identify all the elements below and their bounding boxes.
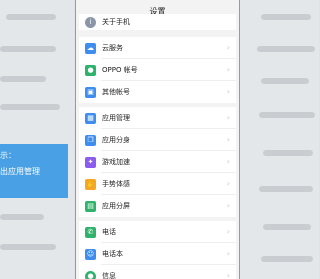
settings-group-accounts: ☁ 云服务 › ● OPPO 帐号 › ▣ 其他帐号 › [79,37,236,103]
settings-item-label: 云服务 [102,44,123,52]
settings-item-label: 其他帐号 [102,88,130,96]
blur-line [263,224,311,230]
chevron-right-icon: › [226,179,230,188]
chevron-right-icon: › [226,135,230,144]
settings-item-label: 信息 [102,272,116,279]
settings-item-label: OPPO 帐号 [102,66,138,74]
settings-group-communication: ✆ 电话 › ☺ 电话本 › ● 信息 › [79,221,236,279]
tip-line-2: 出应用管理 [0,167,40,176]
settings-group-apps: ▦ 应用管理 › ❐ 应用分身 › ✦ 游戏加速 › ✋ 手势体感 › ▤ 应用… [79,107,236,217]
settings-item-label: 应用分身 [102,136,130,144]
settings-item-phone[interactable]: ✆ 电话 › [79,221,236,243]
settings-item-gestures[interactable]: ✋ 手势体感 › [79,173,236,195]
apps-icon: ▦ [85,112,96,124]
settings-item-split-screen[interactable]: ▤ 应用分屏 › [79,195,236,217]
settings-group-about: i 关于手机 [79,14,236,30]
blur-line [0,46,56,52]
blur-line [259,112,315,118]
blur-line [261,256,313,262]
settings-item-contacts[interactable]: ☺ 电话本 › [79,243,236,265]
blur-line [261,78,309,84]
phone-icon: ✆ [85,226,96,238]
gesture-icon: ✋ [85,178,96,190]
background-right [239,0,319,279]
clone-icon: ❐ [85,134,96,146]
account-icon: ● [85,64,96,76]
background-left [0,0,74,279]
settings-item-other-accounts[interactable]: ▣ 其他帐号 › [79,81,236,103]
chevron-right-icon: › [226,65,230,74]
settings-screen: 设置 i 关于手机 ☁ 云服务 › ● OPPO 帐号 › ▣ 其他帐号 › ▦ [75,0,240,279]
tip-line-1: 示： [0,151,16,160]
split-screen-icon: ▤ [85,200,96,212]
blur-line [0,76,46,82]
blur-line [257,46,315,52]
settings-item-label: 游戏加速 [102,158,130,166]
settings-item-oppo-account[interactable]: ● OPPO 帐号 › [79,59,236,81]
settings-item-label: 电话 [102,228,116,236]
chevron-right-icon: › [226,113,230,122]
settings-item-label: 应用分屏 [102,202,130,210]
blur-line [0,244,56,250]
blur-line [0,104,60,110]
settings-item-about[interactable]: i 关于手机 [79,14,236,30]
blur-line [263,150,313,156]
chevron-right-icon: › [226,249,230,258]
game-icon: ✦ [85,156,96,168]
settings-item-game-boost[interactable]: ✦ 游戏加速 › [79,151,236,173]
settings-item-app-management[interactable]: ▦ 应用管理 › [79,107,236,129]
chevron-right-icon: › [226,157,230,166]
blur-line [6,14,56,20]
settings-item-cloud[interactable]: ☁ 云服务 › [79,37,236,59]
settings-item-label: 关于手机 [102,18,130,26]
contacts-icon: ☺ [85,248,96,260]
settings-item-label: 电话本 [102,250,123,258]
chevron-right-icon: › [226,43,230,52]
settings-item-label: 应用管理 [102,114,130,122]
chevron-right-icon: › [226,227,230,236]
chevron-right-icon: › [226,201,230,210]
settings-item-messages[interactable]: ● 信息 › [79,265,236,279]
info-icon: i [85,16,96,28]
blur-line [259,186,313,192]
blur-line [261,14,311,20]
tip-banner: 示： 出应用管理 [0,144,68,198]
settings-item-label: 手势体感 [102,180,130,188]
cloud-icon: ☁ [85,42,96,54]
blur-line [0,214,44,220]
chevron-right-icon: › [226,271,230,279]
message-icon: ● [85,270,96,279]
accounts-icon: ▣ [85,86,96,98]
chevron-right-icon: › [226,87,230,96]
settings-item-app-clone[interactable]: ❐ 应用分身 › [79,129,236,151]
